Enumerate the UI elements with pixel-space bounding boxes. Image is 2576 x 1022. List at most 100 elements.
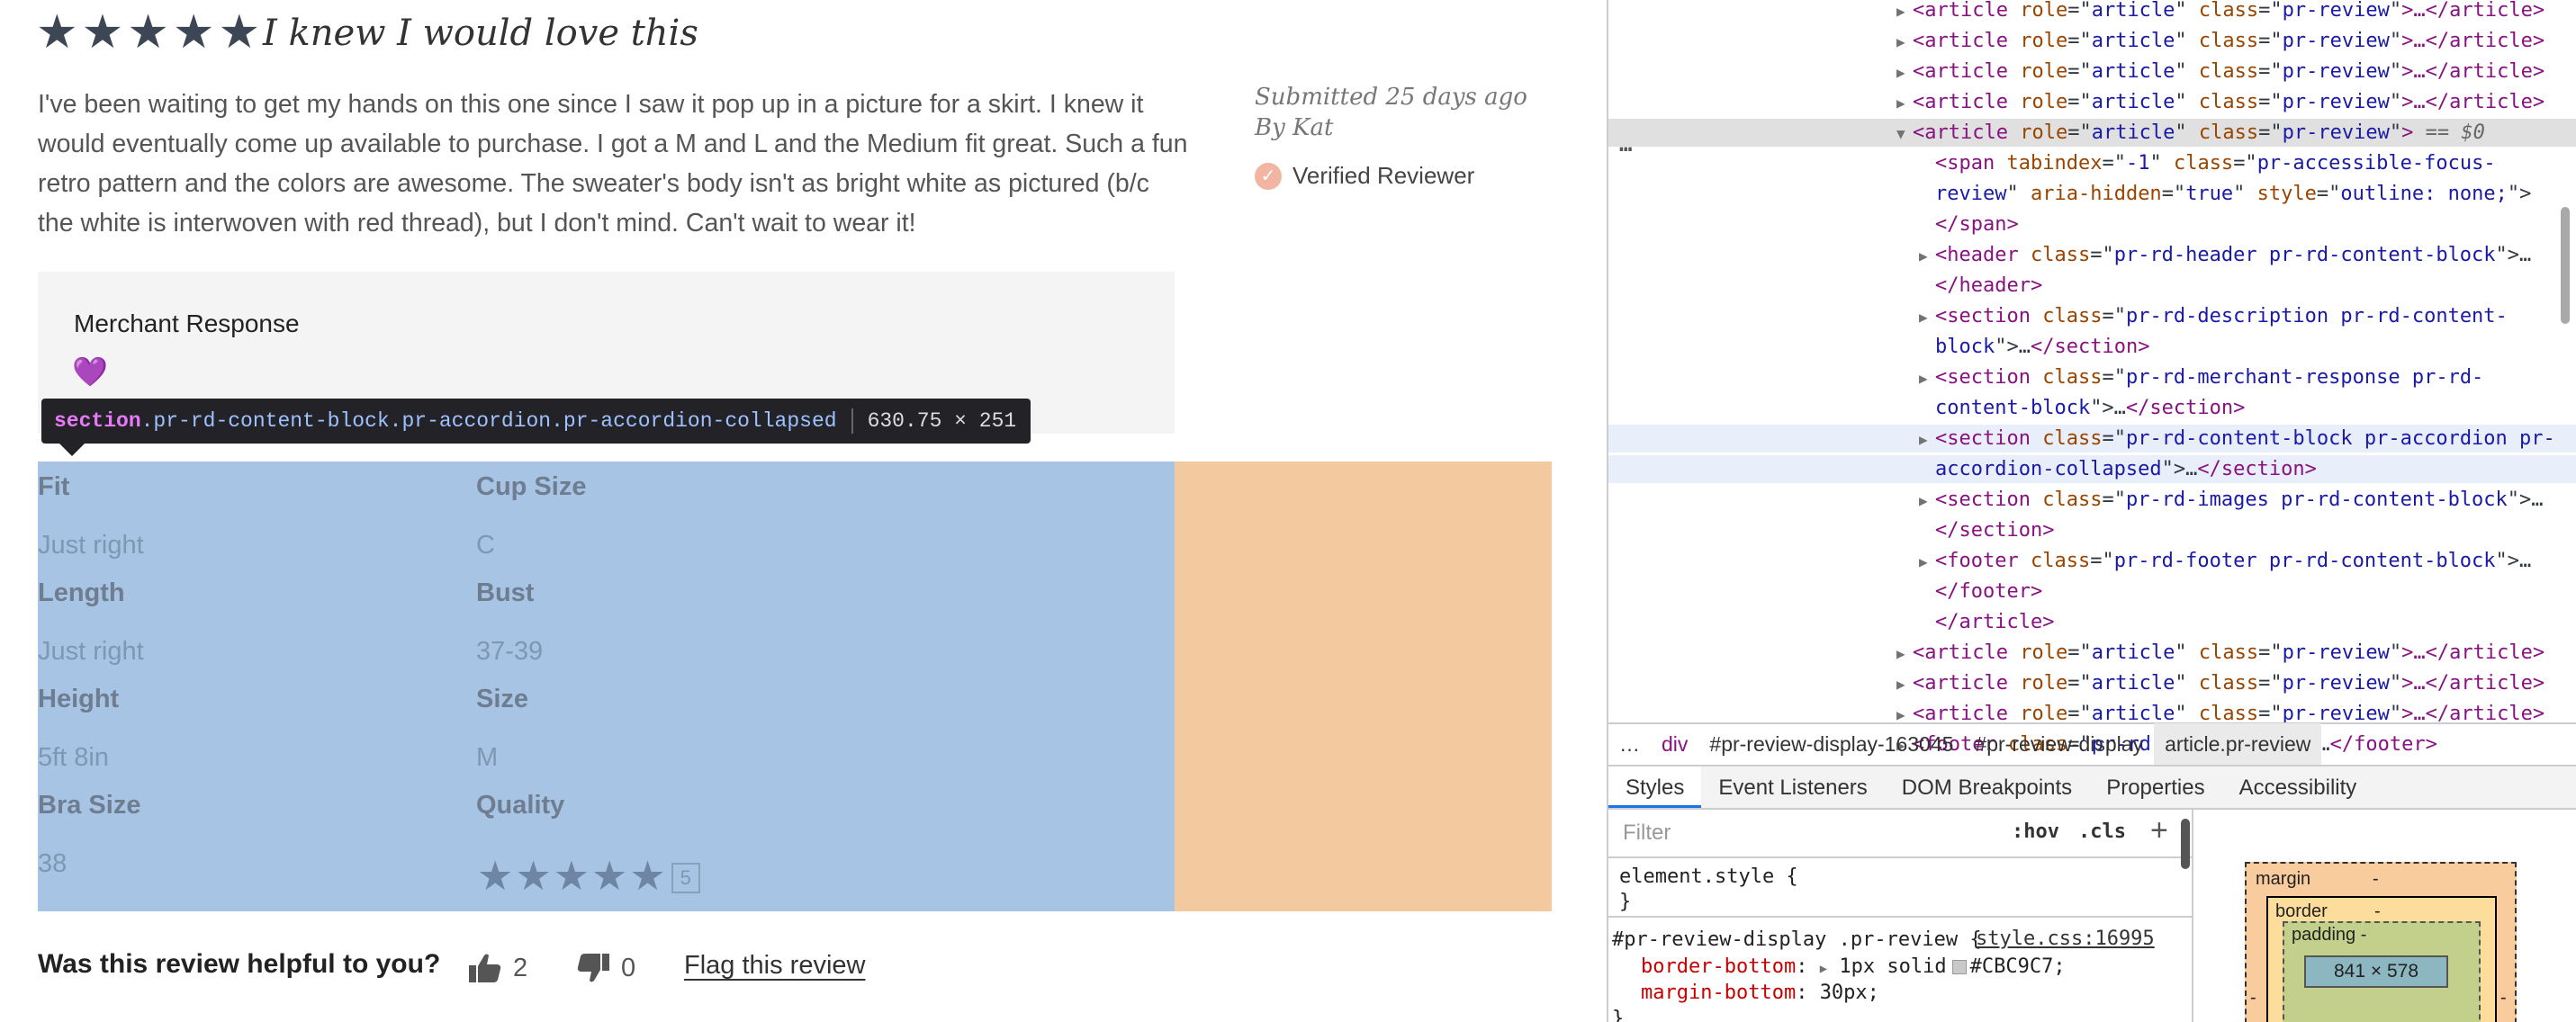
breadcrumb-article[interactable]: article.pr-review [2154, 723, 2322, 766]
box-model-padding[interactable]: padding - 841 × 578 [2283, 921, 2481, 1022]
element-style-open[interactable]: element.style { [1619, 864, 1798, 890]
dom-node-line[interactable]: ▶ <section class="pr-rd-description pr-rd… [1608, 302, 2576, 330]
collapse-triangle-icon[interactable]: ▼ [1896, 120, 1913, 148]
dom-node-line[interactable]: </section> [1608, 516, 2576, 544]
class-toggle[interactable]: .cls [2078, 820, 2126, 843]
dom-punct: =" [2258, 30, 2283, 52]
box-model-margin-top[interactable]: - [2373, 869, 2379, 890]
box-model-content[interactable]: 841 × 578 [2304, 955, 2448, 988]
dom-node-line[interactable]: content-block">…</section> [1608, 394, 2576, 422]
dom-node-line[interactable]: ▶ <section class="pr-rd-content-block pr-… [1608, 425, 2576, 453]
expand-triangle-icon[interactable]: ▶ [1896, 640, 1913, 668]
box-model-diagram: margin - - - border - padding - 841 × 57… [2195, 810, 2576, 1022]
dom-node-line[interactable]: <span tabindex="-1" class="pr-accessible… [1608, 149, 2576, 177]
dom-token: =" [2233, 152, 2257, 175]
dom-punct: " [2389, 121, 2402, 144]
box-model-margin-right[interactable]: - [2500, 988, 2507, 1009]
rule-declaration-border-bottom[interactable]: border-bottom: ▶ 1px solid #CBC9C7; [1641, 954, 2066, 982]
dom-node-line[interactable]: ▶ <article role="article" class="pr-revie… [1608, 27, 2576, 55]
expand-triangle-icon[interactable]: ▶ [1820, 962, 1827, 976]
dom-token: <section [1935, 305, 2043, 327]
dom-punct: " [2389, 91, 2402, 113]
tab-styles[interactable]: Styles [1608, 766, 1702, 808]
dom-token: " [2233, 183, 2257, 205]
dom-node-line[interactable]: ▶ <header class="pr-rd-header pr-rd-conte… [1608, 241, 2576, 269]
expand-triangle-icon[interactable]: ▶ [1919, 303, 1935, 331]
dom-tag-name: <article [1913, 91, 2021, 113]
dom-node-line[interactable]: ▼ <article role="article" class="pr-revie… [1608, 119, 2576, 147]
dom-node-line[interactable]: ▶ <footer class="pr-rd-footer pr-rd-conte… [1608, 547, 2576, 575]
dom-node-line[interactable]: ▶ <article role="article" class="pr-revie… [1608, 58, 2576, 85]
dom-node-line[interactable]: ▶ <article role="article" class="pr-revie… [1608, 0, 2576, 24]
dom-punct: " [2175, 30, 2199, 52]
dom-token: </section> [2125, 397, 2246, 419]
dom-punct: =" [2067, 91, 2092, 113]
tab-accessibility[interactable]: Accessibility [2222, 766, 2374, 808]
dom-node-line[interactable]: block">…</section> [1608, 333, 2576, 361]
box-model-margin-left[interactable]: - [2250, 988, 2256, 1009]
new-style-rule-button[interactable]: + [2150, 813, 2168, 848]
expand-triangle-icon[interactable]: ▶ [1896, 89, 1913, 117]
expand-triangle-icon[interactable]: ▶ [1919, 426, 1935, 453]
dom-node-line[interactable]: ▶ <article role="article" class="pr-revie… [1608, 669, 2576, 697]
flag-review-link[interactable]: Flag this review [684, 951, 865, 981]
dom-attr-name: class [2198, 30, 2259, 52]
expand-triangle-icon[interactable]: ▶ [1919, 364, 1935, 392]
dom-token: class [2042, 305, 2103, 327]
expand-triangle-icon[interactable]: ▶ [1896, 670, 1913, 698]
styles-scrollbar[interactable] [2181, 819, 2190, 869]
expand-triangle-icon[interactable]: ▶ [1896, 0, 1913, 25]
breadcrumb-review-display-id[interactable]: #pr-review-display-163045 [1698, 723, 1964, 766]
elements-dom-tree[interactable]: … ▶<article role="article" class="pr-rev… [1608, 0, 2576, 756]
dom-token: class [2030, 550, 2091, 572]
dom-punct: =" [2258, 641, 2283, 664]
dom-token: =" [2090, 244, 2114, 266]
dom-node-line[interactable]: </span> [1608, 211, 2576, 238]
rule-selector[interactable]: #pr-review-display .pr-review { [1612, 927, 1982, 953]
dom-node-line[interactable]: accordion-collapsed">…</section> [1608, 455, 2576, 483]
rule-source-link[interactable]: style.css:16995 [1976, 928, 2155, 950]
tab-properties[interactable]: Properties [2089, 766, 2221, 808]
expand-triangle-icon[interactable]: ▶ [1919, 487, 1935, 515]
expand-triangle-icon[interactable]: ▶ [1896, 28, 1913, 56]
attr-label-length: Length [38, 578, 125, 607]
expand-triangle-icon[interactable]: ▶ [1896, 58, 1913, 86]
hover-state-toggle[interactable]: :hov [2012, 820, 2059, 843]
dom-node-line[interactable]: ▶ <section class="pr-rd-images pr-rd-cont… [1608, 486, 2576, 514]
devtools-panel: … ▶<article role="article" class="pr-rev… [1607, 0, 2576, 1022]
helpful-yes-button[interactable]: 2 [468, 952, 527, 984]
dom-punct: =" [2258, 121, 2283, 144]
devtools-subtabs: Styles Event Listeners DOM Breakpoints P… [1608, 765, 2576, 810]
rule-declaration-margin-bottom[interactable]: margin-bottom: 30px; [1641, 980, 1879, 1006]
dom-node-line[interactable]: </footer> [1608, 578, 2576, 605]
dom-node-line[interactable]: </header> [1608, 272, 2576, 300]
styles-filter-input[interactable] [1616, 818, 1980, 848]
dom-node-line[interactable]: review" aria-hidden="true" style="outlin… [1608, 180, 2576, 208]
breadcrumb-review-display[interactable]: #pr-review-display [1964, 723, 2154, 766]
helpful-no-button[interactable]: 0 [576, 952, 635, 984]
dom-node-line[interactable]: ▶ <article role="article" class="pr-revie… [1608, 88, 2576, 116]
box-model-margin[interactable]: margin - - - border - padding - 841 × 57… [2245, 862, 2517, 1022]
dom-node-line[interactable]: ▶ <article role="article" class="pr-revie… [1608, 639, 2576, 667]
star-icon: ★ [36, 5, 78, 59]
dom-attr-value: pr-review [2282, 672, 2390, 695]
review-rating-stars: ★ ★ ★ ★ ★ [36, 7, 260, 58]
dom-token: -1 [2125, 152, 2150, 175]
dom-token: content-block [1935, 397, 2091, 419]
dom-tag-close: > [2401, 121, 2414, 144]
dom-punct: =" [2067, 641, 2092, 664]
box-model-border[interactable]: border - padding - 841 × 578 [2266, 896, 2497, 1022]
dom-node-line[interactable]: ▶ <section class="pr-rd-merchant-response… [1608, 363, 2576, 391]
tab-dom-breakpoints[interactable]: DOM Breakpoints [1885, 766, 2089, 808]
tab-event-listeners[interactable]: Event Listeners [1701, 766, 1884, 808]
expand-triangle-icon[interactable]: ▶ [1919, 548, 1935, 576]
breadcrumb-div[interactable]: div [1651, 723, 1698, 766]
box-model-border-top[interactable]: - [2374, 901, 2381, 922]
review-attributes-accordion[interactable]: Fit Just right Cup Size C Length Just ri… [38, 462, 1175, 911]
breadcrumb-ellipsis[interactable]: … [1608, 723, 1651, 766]
dom-token: </span> [1935, 213, 2019, 236]
color-swatch[interactable] [1951, 960, 1967, 974]
expand-triangle-icon[interactable]: ▶ [1919, 242, 1935, 270]
attr-label-fit: Fit [38, 472, 70, 501]
dom-node-line[interactable]: </article> [1608, 608, 2576, 636]
